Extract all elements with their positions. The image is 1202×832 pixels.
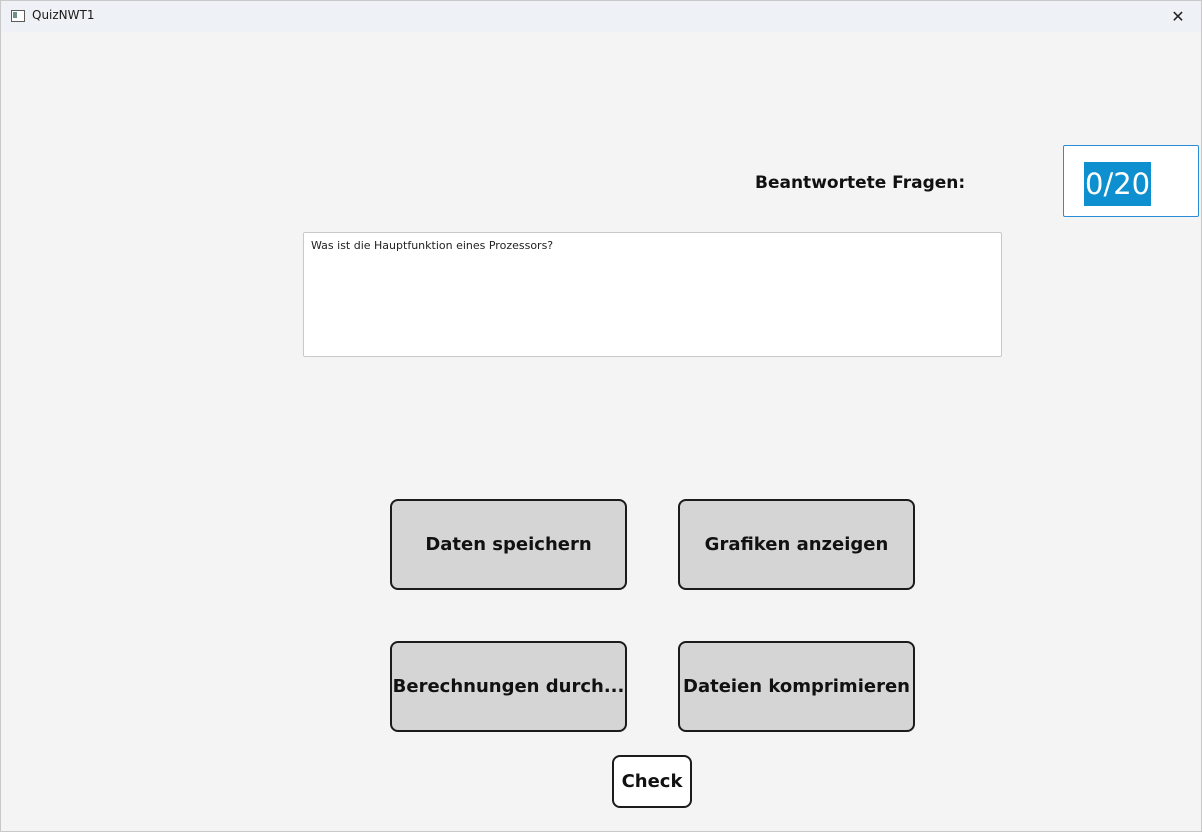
- answer-button-1[interactable]: Daten speichern: [390, 499, 627, 590]
- answer-button-4[interactable]: Dateien komprimieren: [678, 641, 915, 732]
- check-button[interactable]: Check: [612, 755, 692, 808]
- app-window-icon: [11, 10, 25, 22]
- answer-button-3[interactable]: Berechnungen durch...: [390, 641, 627, 732]
- question-textarea[interactable]: Was ist die Hauptfunktion eines Prozesso…: [303, 232, 1002, 357]
- window-title: QuizNWT1: [32, 8, 95, 22]
- answered-questions-label: Beantwortete Fragen:: [755, 173, 966, 193]
- answer-button-2[interactable]: Grafiken anzeigen: [678, 499, 915, 590]
- title-bar[interactable]: QuizNWT1 ✕: [1, 1, 1201, 32]
- close-icon: ✕: [1171, 7, 1185, 26]
- close-button[interactable]: ✕: [1155, 1, 1201, 32]
- question-text: Was ist die Hauptfunktion eines Prozesso…: [311, 239, 554, 252]
- app-window: QuizNWT1 ✕ Beantwortete Fragen: 0/20 Was…: [0, 0, 1202, 832]
- answered-questions-field[interactable]: 0/20: [1063, 145, 1199, 217]
- answered-questions-value: 0/20: [1084, 162, 1152, 206]
